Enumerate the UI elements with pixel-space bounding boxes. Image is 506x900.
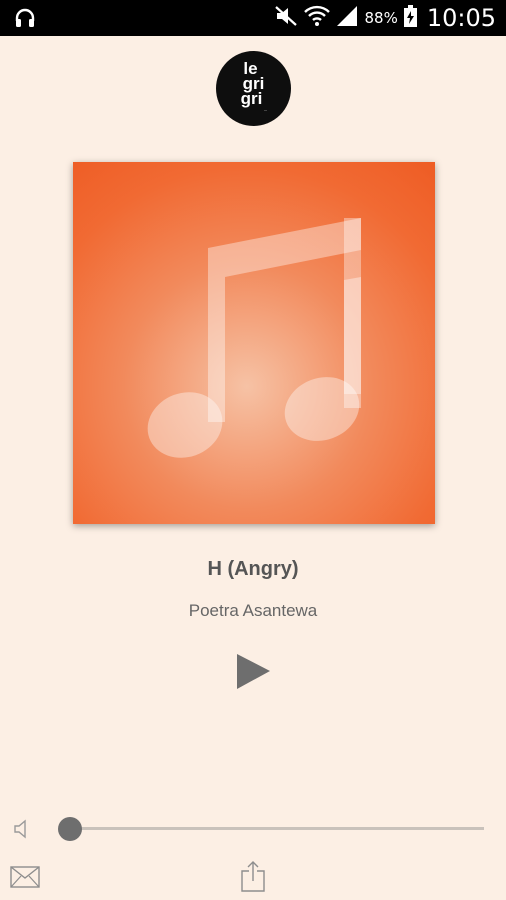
- battery-percent: 88%: [364, 9, 398, 27]
- track-artist: Poetra Asantewa: [188, 601, 318, 620]
- play-button[interactable]: [232, 650, 274, 692]
- headphones-icon: [14, 8, 36, 33]
- status-bar: 88% 10:05: [0, 0, 506, 36]
- share-button[interactable]: [241, 860, 265, 897]
- album-artwork: [73, 162, 435, 524]
- mail-button[interactable]: [10, 866, 40, 893]
- logo-text-line3: gri: [240, 88, 263, 108]
- logo-tagline: ...: [263, 106, 268, 112]
- volume-slider-thumb[interactable]: [58, 817, 82, 841]
- mute-icon: [274, 5, 298, 32]
- app-logo: le gri gri ...: [216, 51, 291, 126]
- speaker-icon[interactable]: [12, 818, 34, 845]
- wifi-icon: [304, 5, 331, 32]
- status-time: 10:05: [426, 4, 496, 32]
- mail-icon: [10, 866, 40, 888]
- battery-icon: [403, 4, 417, 32]
- play-icon: [237, 654, 270, 689]
- share-icon: [241, 861, 265, 892]
- signal-icon: [336, 5, 358, 32]
- volume-slider-track[interactable]: [70, 827, 484, 830]
- track-title: H (Angry): [207, 558, 299, 580]
- music-note-icon: [147, 218, 361, 458]
